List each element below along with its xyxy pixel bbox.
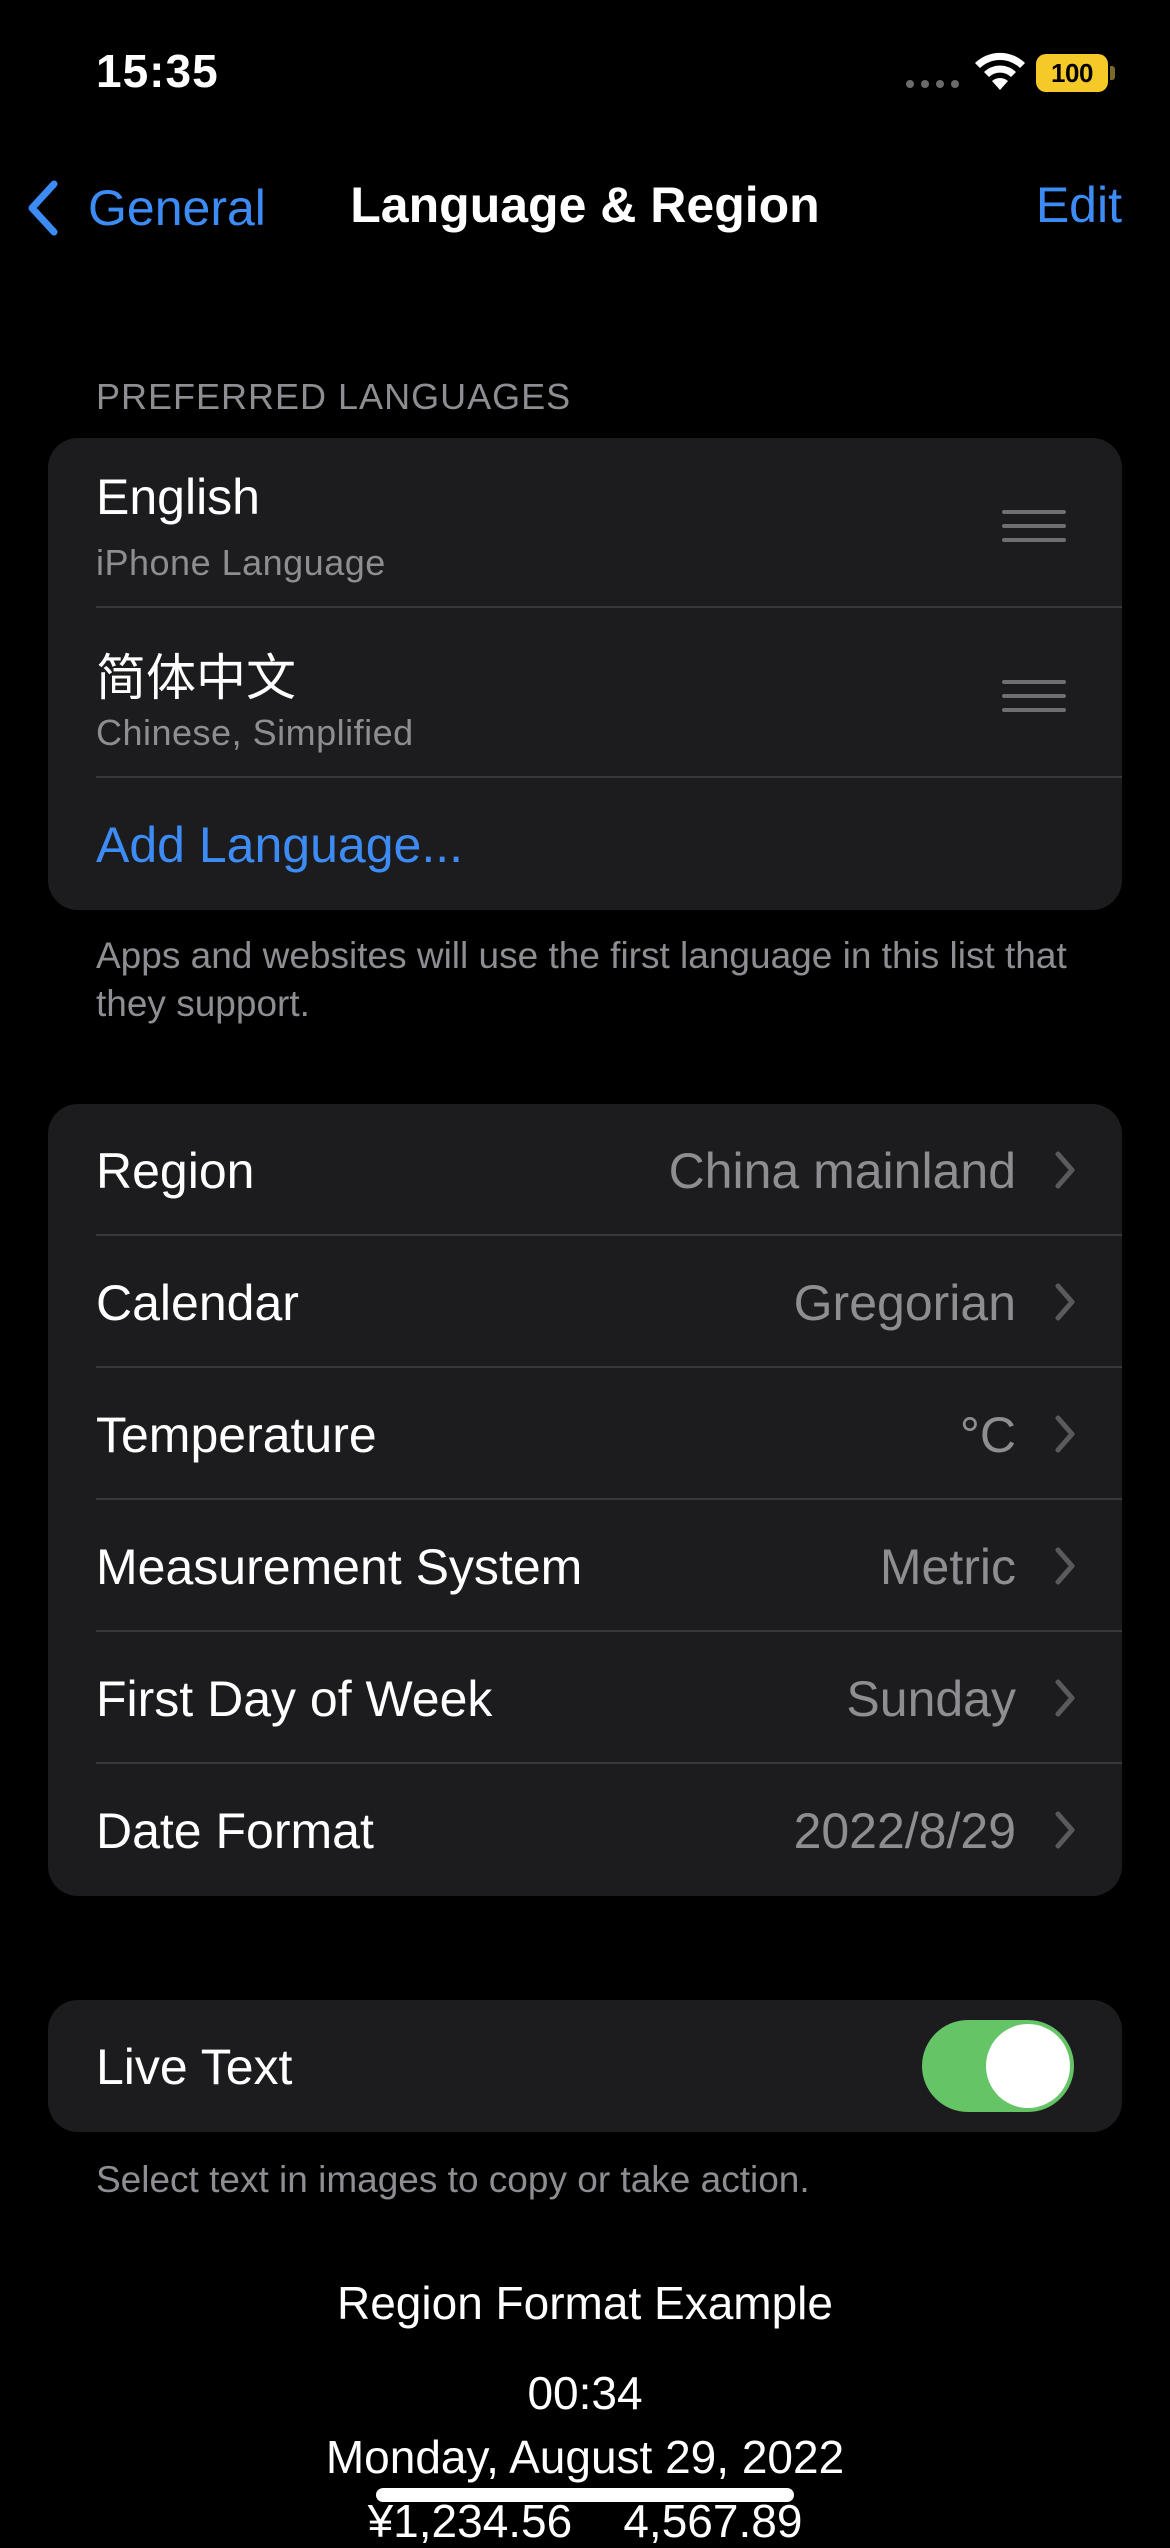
row-label: Temperature — [96, 1407, 377, 1463]
row-value: Metric — [879, 1539, 1016, 1595]
language-row-english[interactable]: English iPhone Language — [48, 438, 1122, 608]
region-settings-group: Region China mainland Calendar Gregorian… — [48, 1104, 1122, 1896]
region-example-date: Monday, August 29, 2022 — [325, 2431, 845, 2483]
toggle-knob — [986, 2024, 1070, 2108]
chevron-right-icon — [1055, 1811, 1075, 1849]
preferred-languages-header: PREFERRED LANGUAGES — [96, 376, 572, 417]
row-value: Sunday — [846, 1671, 1016, 1727]
page-title: Language & Region — [350, 177, 820, 233]
battery-level: 100 — [1051, 57, 1093, 88]
navigation-bar: General Language & Region Edit — [0, 160, 1170, 256]
region-example-time: 00:34 — [527, 2367, 643, 2419]
wifi-icon — [975, 52, 1025, 90]
chevron-right-icon — [1055, 1547, 1075, 1585]
row-label: First Day of Week — [96, 1671, 493, 1727]
region-example-title: Region Format Example — [337, 2277, 833, 2329]
settings-row-first-day-of-week[interactable]: First Day of Week Sunday — [48, 1632, 1122, 1764]
language-name: 简体中文 — [96, 650, 296, 706]
region-example-numbers: ¥1,234.56 4,567.89 — [367, 2495, 803, 2547]
live-text-row: Live Text — [48, 2000, 1122, 2132]
row-value: °C — [959, 1407, 1016, 1463]
settings-row-date-format[interactable]: Date Format 2022/8/29 — [48, 1764, 1122, 1896]
row-value: Gregorian — [793, 1275, 1016, 1331]
live-text-footnote: Select text in images to copy or take ac… — [96, 2159, 810, 2200]
cellular-signal-icon — [906, 80, 959, 88]
battery-cap — [1110, 66, 1115, 80]
live-text-group: Live Text — [48, 2000, 1122, 2132]
add-language-button[interactable]: Add Language... — [48, 778, 1122, 910]
settings-row-temperature[interactable]: Temperature °C — [48, 1368, 1122, 1500]
edit-button[interactable]: Edit — [1036, 176, 1122, 234]
row-label: Measurement System — [96, 1539, 583, 1595]
language-subtitle: Chinese, Simplified — [96, 712, 414, 753]
status-time: 15:35 — [96, 45, 219, 97]
languages-footnote: Apps and websites will use the first lan… — [96, 935, 1067, 1024]
battery-icon: 100 — [1036, 54, 1108, 92]
home-indicator[interactable] — [376, 2488, 794, 2502]
settings-row-region[interactable]: Region China mainland — [48, 1104, 1122, 1236]
reorder-handle-icon[interactable] — [1002, 680, 1066, 722]
chevron-right-icon — [1055, 1151, 1075, 1189]
chevron-right-icon — [1055, 1415, 1075, 1453]
row-value: 2022/8/29 — [793, 1803, 1016, 1859]
language-name: English — [96, 469, 260, 525]
row-label: Region — [96, 1143, 255, 1199]
languages-group: English iPhone Language 简体中文 Chinese, Si… — [48, 438, 1122, 910]
settings-row-measurement-system[interactable]: Measurement System Metric — [48, 1500, 1122, 1632]
language-subtitle: iPhone Language — [96, 542, 386, 583]
chevron-right-icon — [1055, 1283, 1075, 1321]
settings-row-calendar[interactable]: Calendar Gregorian — [48, 1236, 1122, 1368]
row-value: China mainland — [668, 1143, 1016, 1199]
row-label: Date Format — [96, 1803, 374, 1859]
language-row-chinese[interactable]: 简体中文 Chinese, Simplified — [48, 608, 1122, 778]
chevron-right-icon — [1055, 1679, 1075, 1717]
status-bar: 15:35 100 — [0, 0, 1170, 150]
add-language-label: Add Language... — [96, 817, 463, 873]
live-text-toggle[interactable] — [922, 2020, 1074, 2112]
row-label: Calendar — [96, 1275, 299, 1331]
reorder-handle-icon[interactable] — [1002, 510, 1066, 552]
live-text-label: Live Text — [96, 2039, 293, 2095]
